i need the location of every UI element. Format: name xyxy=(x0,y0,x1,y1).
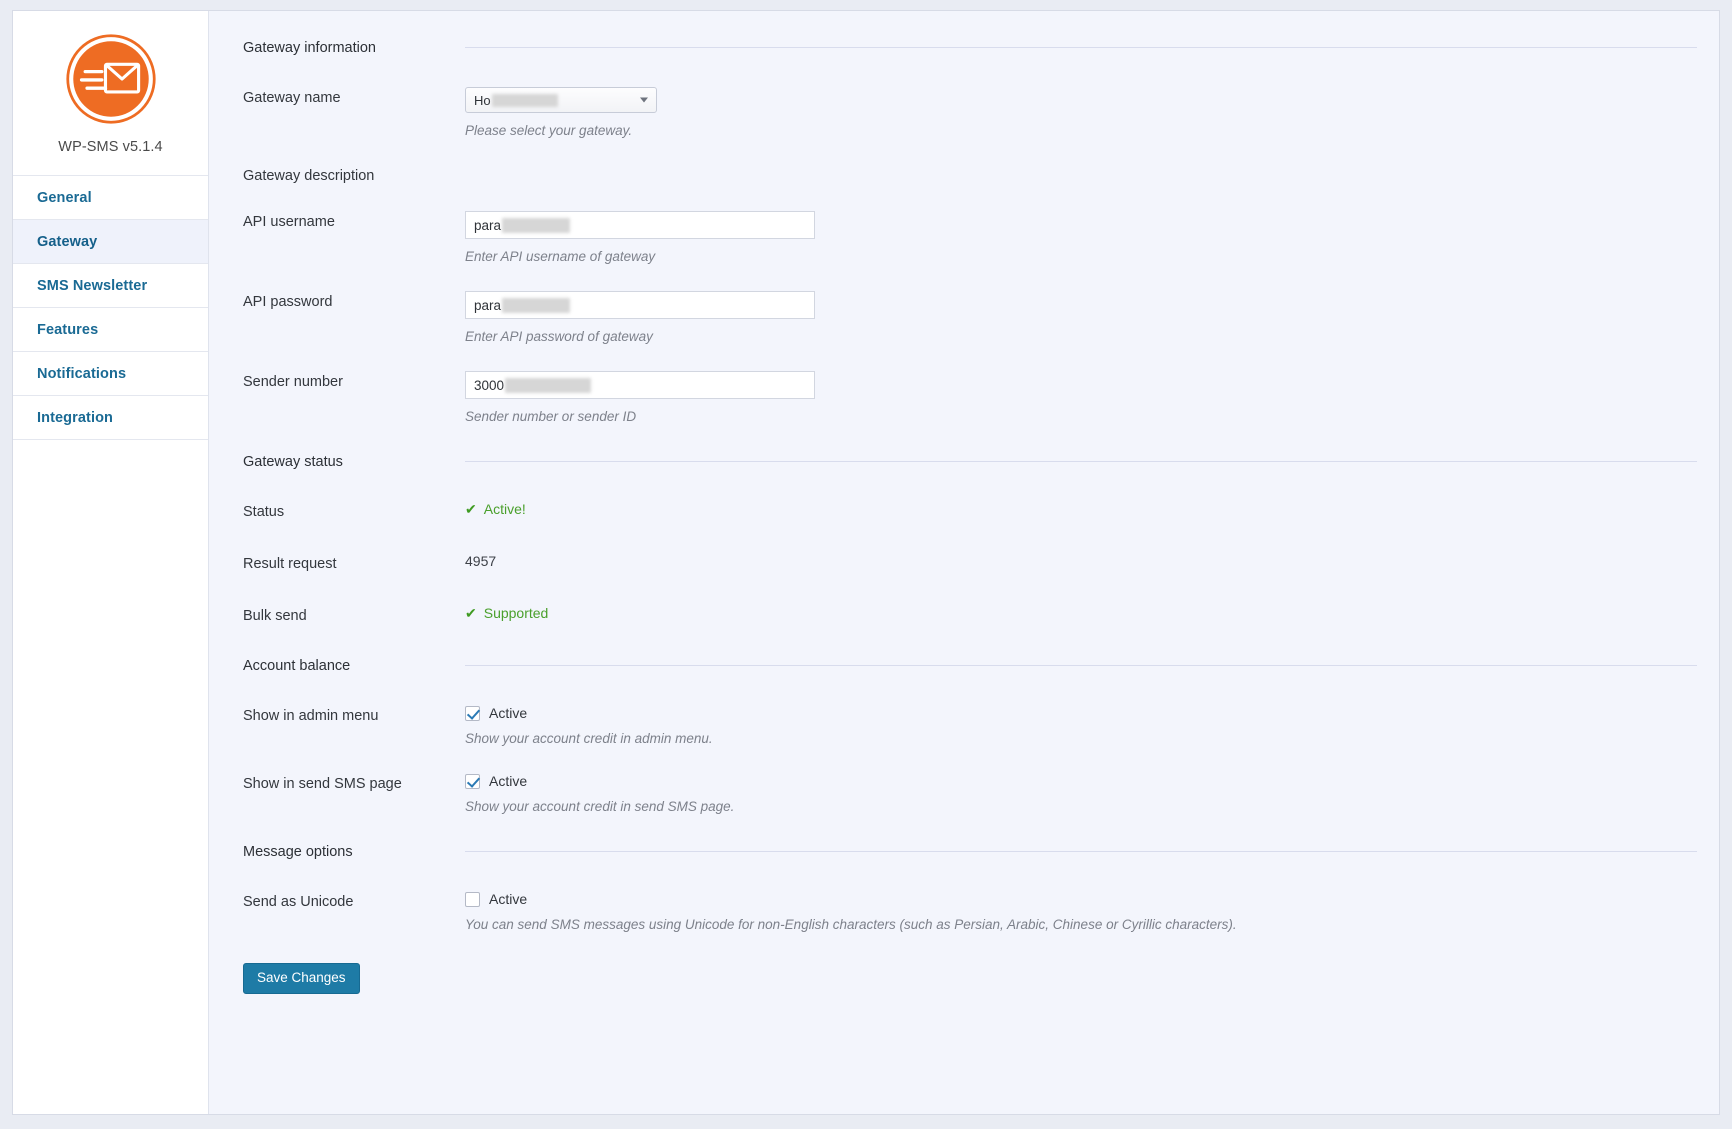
section-gateway-information: Gateway information xyxy=(243,37,1697,57)
sidebar-item-general[interactable]: General xyxy=(13,176,208,220)
section-gateway-status: Gateway status xyxy=(243,451,1697,471)
field-send-as-unicode: Send as Unicode Active You can send SMS … xyxy=(243,891,1697,933)
redacted-value xyxy=(491,93,558,107)
field-sender-number: Sender number 3000 Sender number or send… xyxy=(243,371,1697,425)
sidebar-item-label: Integration xyxy=(37,409,114,426)
section-account-balance: Account balance xyxy=(243,655,1697,675)
field-label: Gateway name xyxy=(243,90,341,106)
sender-number-input[interactable]: 3000 xyxy=(465,371,815,399)
section-title: Gateway information xyxy=(243,40,376,56)
section-title: Message options xyxy=(243,844,353,860)
field-label: API username xyxy=(243,214,335,230)
form-actions: Save Changes xyxy=(243,957,1697,994)
sidebar-filler xyxy=(13,440,208,1114)
sidebar-item-notifications[interactable]: Notifications xyxy=(13,352,208,396)
field-help: Show your account credit in send SMS pag… xyxy=(465,799,735,814)
bulk-send-value: Supported xyxy=(483,605,549,621)
field-label: Sender number xyxy=(243,374,343,390)
actions-spacer: Save Changes xyxy=(243,957,465,994)
field-api-password: API password para Enter API password of … xyxy=(243,291,1697,345)
sidebar-item-features[interactable]: Features xyxy=(13,308,208,352)
field-help: Please select your gateway. xyxy=(465,123,633,138)
field-label: Show in admin menu xyxy=(243,708,379,724)
checkbox-label: Active xyxy=(489,891,528,907)
section-divider xyxy=(465,47,1697,48)
field-label: Show in send SMS page xyxy=(243,776,402,792)
field-show-in-send-sms-page: Show in send SMS page Active Show your a… xyxy=(243,773,1697,815)
api-password-input[interactable]: para xyxy=(465,291,815,319)
chevron-down-icon xyxy=(640,97,648,103)
field-help: Enter API username of gateway xyxy=(465,249,656,264)
result-request-value: 4957 xyxy=(465,553,497,569)
section-divider xyxy=(465,461,1697,462)
field-result-request: Result request 4957 xyxy=(243,553,1697,573)
api-password-value: para xyxy=(474,297,502,313)
page-root: WP-SMS v5.1.4 General Gateway SMS Newsle… xyxy=(0,0,1732,1129)
field-label: Result request xyxy=(243,556,337,572)
field-status: Status ✔ Active! xyxy=(243,501,1697,521)
sidebar-item-label: Gateway xyxy=(37,233,98,250)
redacted-value xyxy=(505,377,592,393)
api-username-input[interactable]: para xyxy=(465,211,815,239)
brand-title: WP-SMS v5.1.4 xyxy=(58,139,163,155)
redacted-value xyxy=(502,297,571,313)
gateway-name-select[interactable]: Ho xyxy=(465,87,657,113)
bulk-send-badge: ✔ Supported xyxy=(465,605,548,621)
section-divider xyxy=(465,851,1697,852)
save-changes-button[interactable]: Save Changes xyxy=(243,963,360,994)
show-in-admin-menu-checkbox[interactable] xyxy=(465,705,480,721)
field-label: Bulk send xyxy=(243,608,307,624)
field-bulk-send: Bulk send ✔ Supported xyxy=(243,605,1697,625)
sidebar-brand: WP-SMS v5.1.4 xyxy=(13,11,208,176)
sidebar-item-label: Notifications xyxy=(37,365,127,382)
sidebar-item-label: Features xyxy=(37,321,99,338)
field-show-in-admin-menu: Show in admin menu Active Show your acco… xyxy=(243,705,1697,747)
sidebar-item-sms-newsletter[interactable]: SMS Newsletter xyxy=(13,264,208,308)
api-username-value: para xyxy=(474,217,502,233)
section-message-options: Message options xyxy=(243,841,1697,861)
field-api-username: API username para Enter API username of … xyxy=(243,211,1697,265)
field-help: Show your account credit in admin menu. xyxy=(465,731,713,746)
settings-form: Gateway information Gateway name Ho Plea… xyxy=(209,11,1719,1114)
show-in-send-sms-page-checkbox[interactable] xyxy=(465,773,480,789)
section-divider xyxy=(465,665,1697,666)
sidebar-item-label: SMS Newsletter xyxy=(37,277,148,294)
section-title: Gateway status xyxy=(243,454,343,470)
field-label: Status xyxy=(243,504,285,520)
field-help: Enter API password of gateway xyxy=(465,329,653,344)
checkbox-label: Active xyxy=(489,773,528,789)
field-help: You can send SMS messages using Unicode … xyxy=(465,917,1237,932)
wp-sms-logo-icon xyxy=(65,33,157,125)
checkbox-label: Active xyxy=(489,705,528,721)
field-label: Gateway description xyxy=(243,168,375,184)
field-help: Sender number or sender ID xyxy=(465,409,637,424)
sidebar-item-gateway[interactable]: Gateway xyxy=(13,220,208,264)
sidebar-nav: General Gateway SMS Newsletter Features … xyxy=(13,176,208,440)
redacted-value xyxy=(502,217,571,233)
sender-number-value: 3000 xyxy=(474,377,505,393)
status-badge: ✔ Active! xyxy=(465,501,526,517)
send-as-unicode-checkbox[interactable] xyxy=(465,891,480,907)
sidebar-item-integration[interactable]: Integration xyxy=(13,396,208,440)
sidebar-item-label: General xyxy=(37,189,92,206)
plugin-settings-shell: WP-SMS v5.1.4 General Gateway SMS Newsle… xyxy=(12,10,1720,1115)
field-gateway-name: Gateway name Ho Please select your gatew… xyxy=(243,87,1697,139)
status-value: Active! xyxy=(483,501,526,517)
field-label: Send as Unicode xyxy=(243,894,354,910)
check-icon: ✔ xyxy=(465,605,477,621)
check-icon: ✔ xyxy=(465,501,477,517)
field-label: API password xyxy=(243,294,333,310)
field-gateway-description: Gateway description xyxy=(243,165,1697,185)
gateway-name-value: Ho xyxy=(474,92,491,108)
section-title: Account balance xyxy=(243,658,351,674)
sidebar: WP-SMS v5.1.4 General Gateway SMS Newsle… xyxy=(13,11,209,1114)
